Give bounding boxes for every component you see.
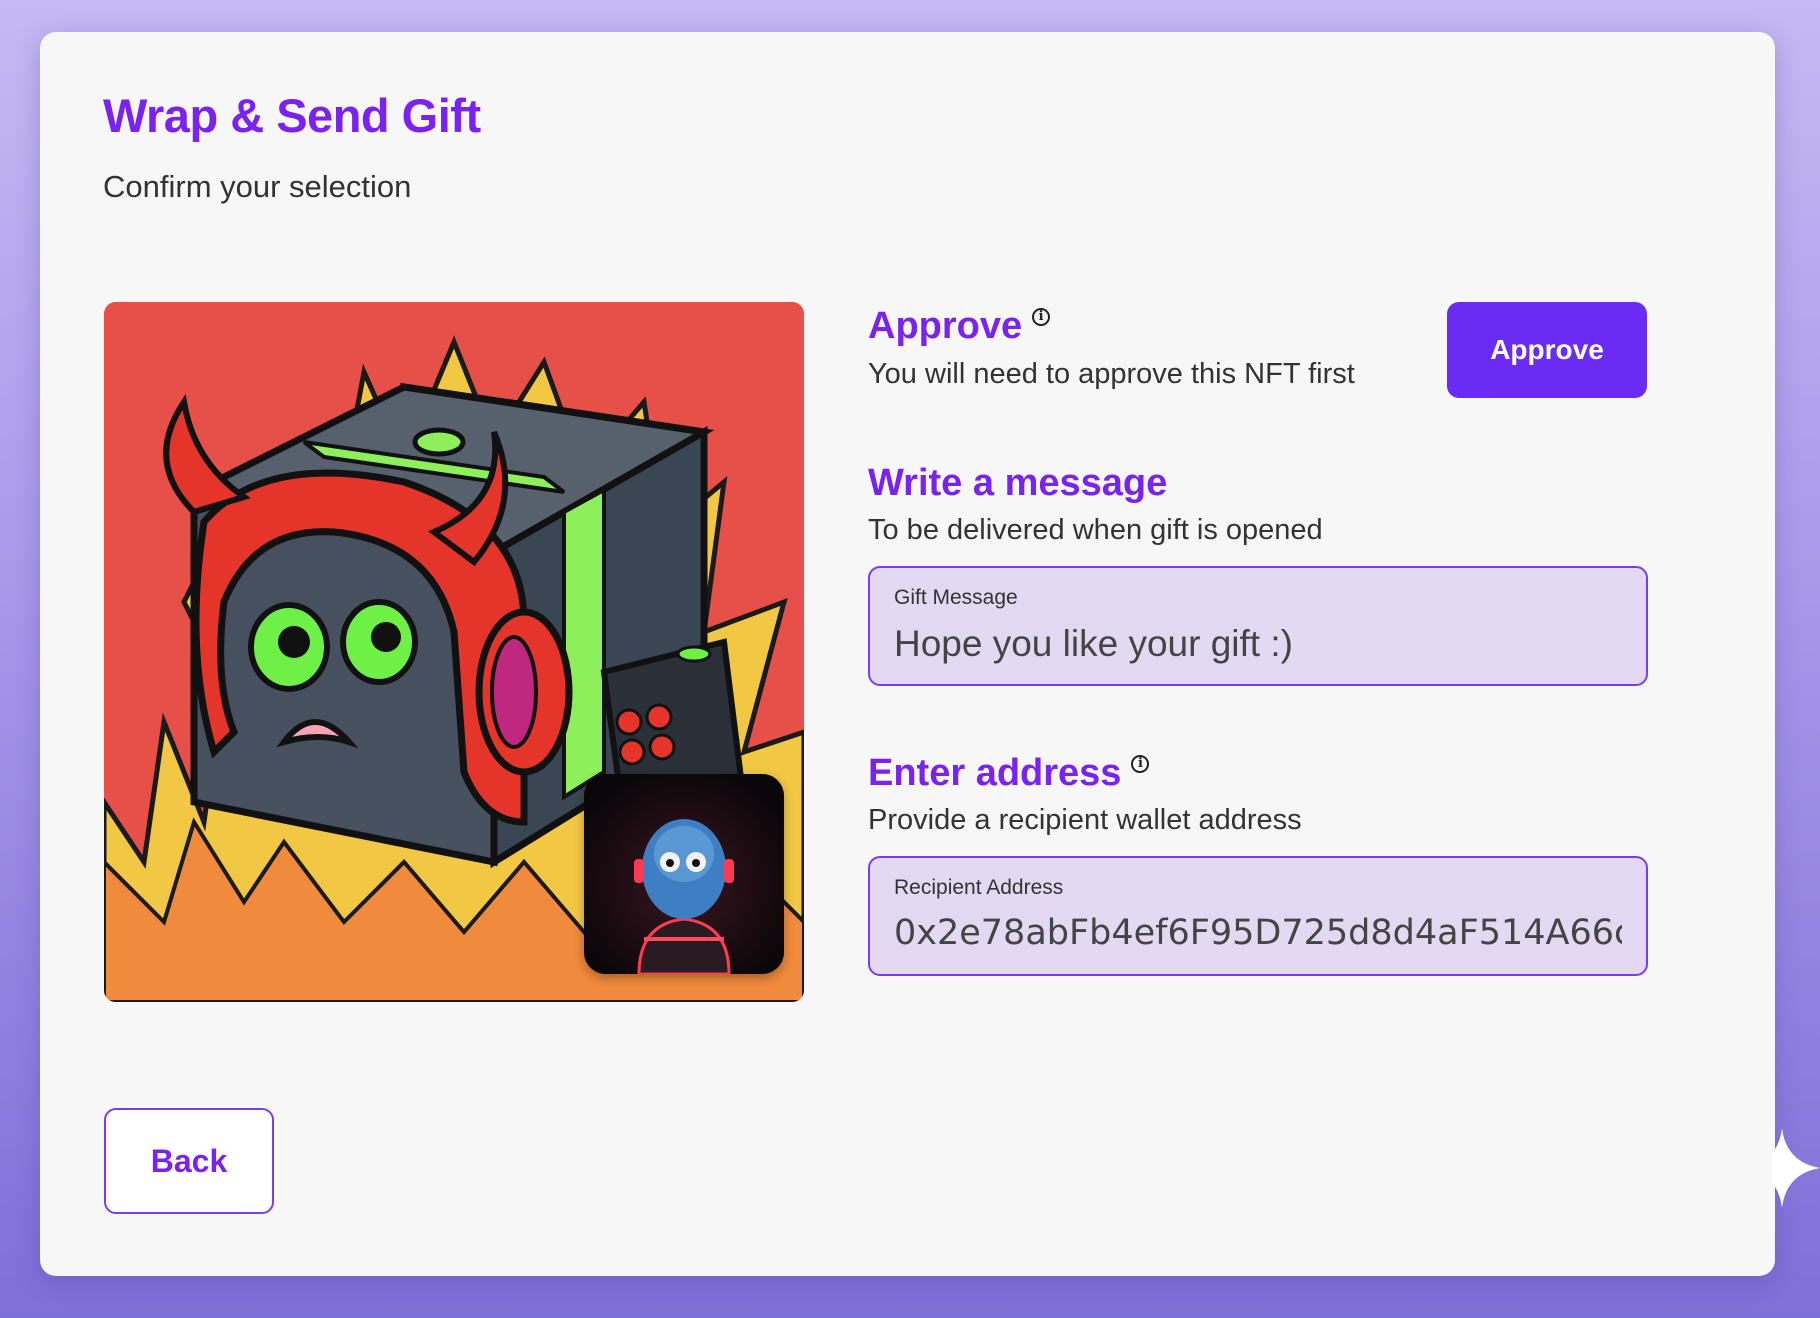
approve-heading: Approve i xyxy=(868,305,1051,348)
approve-title: Approve xyxy=(868,305,1023,347)
message-title: Write a message xyxy=(868,462,1168,504)
back-button[interactable]: Back xyxy=(104,1108,274,1214)
recipient-address-input[interactable]: 0x2e78abFb4ef6F95D725d8d4aF514A66cF8 xyxy=(894,913,1622,953)
address-title: Enter address xyxy=(868,752,1122,794)
approve-description: You will need to approve this NFT first xyxy=(868,358,1355,390)
page-title: Wrap & Send Gift xyxy=(103,89,481,142)
address-description: Provide a recipient wallet address xyxy=(868,804,1302,836)
info-icon[interactable]: i xyxy=(1032,307,1051,326)
approve-button[interactable]: Approve xyxy=(1447,302,1647,398)
gift-message-input[interactable]: Hope you like your gift :) xyxy=(894,623,1622,665)
sparkle-icon xyxy=(1772,1128,1820,1208)
gift-card: Wrap & Send Gift Confirm your selection xyxy=(40,32,1775,1276)
address-heading: Enter address i xyxy=(868,752,1150,795)
info-icon[interactable]: i xyxy=(1131,754,1150,773)
message-heading: Write a message xyxy=(868,462,1167,505)
recipient-address-field[interactable]: Recipient Address 0x2e78abFb4ef6F95D725d… xyxy=(868,856,1648,976)
gift-message-field[interactable]: Gift Message Hope you like your gift :) xyxy=(868,566,1648,686)
gift-message-label: Gift Message xyxy=(894,586,1018,609)
message-description: To be delivered when gift is opened xyxy=(868,514,1323,546)
page-subtitle: Confirm your selection xyxy=(103,169,412,204)
nft-thumbnail xyxy=(584,774,784,974)
recipient-address-label: Recipient Address xyxy=(894,876,1064,899)
